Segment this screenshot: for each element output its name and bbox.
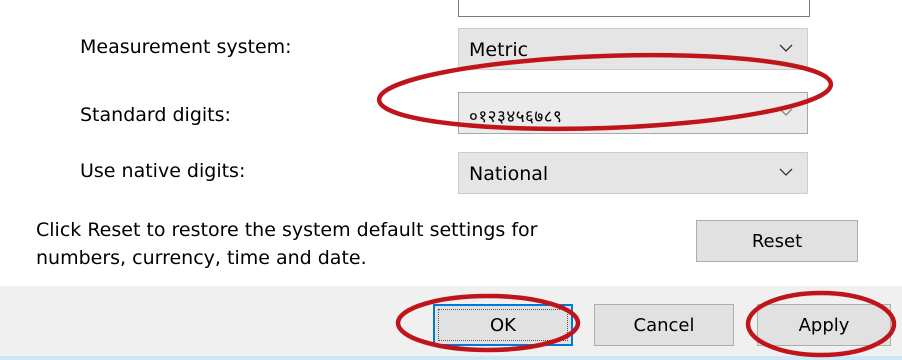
chevron-down-icon (779, 108, 793, 116)
reset-description: Click Reset to restore the system defaul… (36, 216, 538, 272)
measurement-system-dropdown[interactable]: Metric (458, 28, 808, 70)
use-native-digits-label: Use native digits: (80, 160, 246, 182)
standard-digits-label: Standard digits: (80, 104, 231, 126)
measurement-system-value: Metric (469, 39, 529, 61)
apply-button[interactable]: Apply (757, 304, 891, 346)
cancel-button[interactable]: Cancel (594, 304, 734, 346)
standard-digits-dropdown[interactable]: ०१२३४५६७८९ (458, 92, 808, 134)
use-native-digits-dropdown[interactable]: National (458, 152, 808, 194)
focus-rectangle (438, 309, 568, 341)
standard-digits-value: ०१२३४५६७८९ (469, 107, 563, 127)
reset-description-line1: Click Reset to restore the system defaul… (36, 219, 538, 241)
measurement-system-label: Measurement system: (80, 36, 292, 58)
reset-button[interactable]: Reset (696, 220, 858, 262)
previous-field-combo[interactable] (458, 0, 810, 17)
use-native-digits-value: National (469, 163, 549, 185)
chevron-down-icon (779, 44, 793, 52)
chevron-down-icon (779, 168, 793, 176)
ok-button[interactable]: OK (433, 304, 573, 346)
reset-description-line2: numbers, currency, time and date. (36, 247, 367, 269)
footer-accent-line (0, 356, 902, 360)
